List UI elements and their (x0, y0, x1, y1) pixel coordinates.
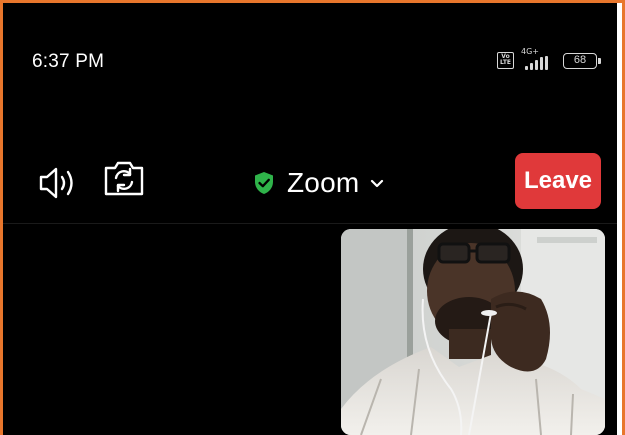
status-icons: Vo LTE 4G+ 68 (497, 47, 601, 75)
participant-video-frame (341, 229, 605, 435)
leave-button[interactable]: Leave (515, 153, 601, 209)
status-time: 6:37 PM (32, 51, 105, 72)
speaker-button[interactable] (37, 163, 85, 203)
meeting-title-dropdown[interactable]: Zoom (253, 163, 384, 203)
meeting-title: Zoom (287, 167, 360, 198)
network-type-label: 4G+ (521, 47, 539, 56)
toolbar-divider (3, 223, 617, 224)
self-video-thumbnail[interactable] (341, 229, 605, 435)
volte-icon: Vo LTE (497, 52, 514, 69)
battery-level: 68 (573, 54, 587, 66)
chevron-down-icon (371, 179, 384, 188)
battery-icon: 68 (563, 53, 601, 69)
zoom-meeting-screen: 6:37 PM Vo LTE 4G+ 68 Zoom Leave (3, 3, 617, 435)
shield-check-icon (255, 172, 273, 194)
signal-bars-icon (525, 56, 555, 70)
switch-camera-button[interactable] (102, 156, 146, 200)
switch-camera-icon (104, 161, 144, 196)
speaker-icon (39, 167, 73, 199)
